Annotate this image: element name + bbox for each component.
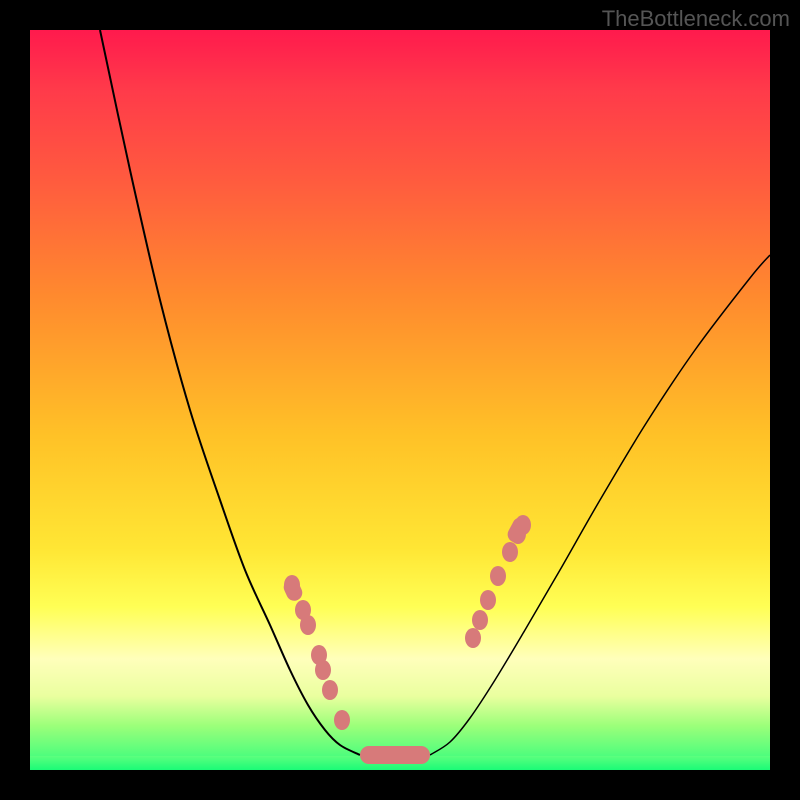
data-marker [300, 615, 316, 635]
curves-svg [30, 30, 770, 770]
data-marker [502, 542, 518, 562]
watermark-text: TheBottleneck.com [602, 6, 790, 32]
plot-area [30, 30, 770, 770]
right-curve [430, 255, 770, 755]
data-marker [465, 628, 481, 648]
data-marker [472, 610, 488, 630]
data-marker [315, 660, 331, 680]
data-marker [480, 590, 496, 610]
trough-capsule [360, 746, 430, 764]
data-marker [284, 575, 300, 595]
markers-right [465, 515, 531, 648]
data-marker [334, 710, 350, 730]
data-marker [490, 566, 506, 586]
data-marker [515, 515, 531, 535]
chart-frame: TheBottleneck.com [0, 0, 800, 800]
data-marker [322, 680, 338, 700]
